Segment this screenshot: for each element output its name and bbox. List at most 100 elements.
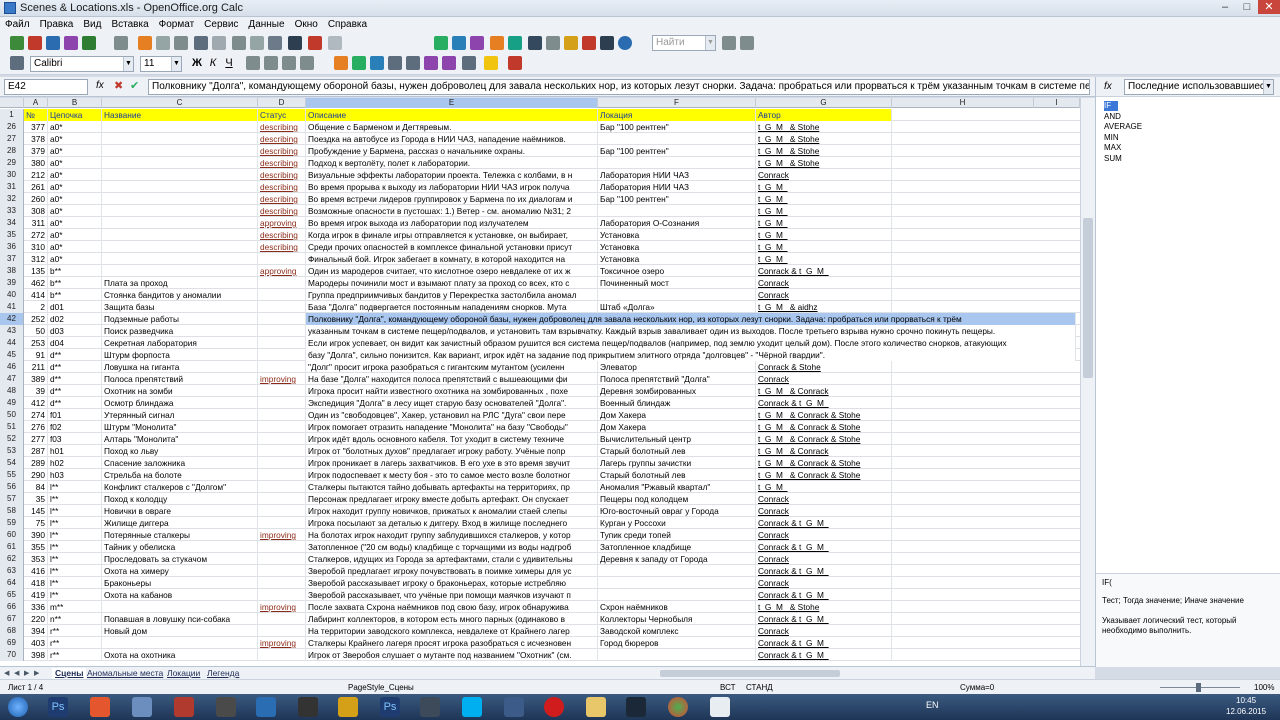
menu-insert[interactable]: Вставка (106, 17, 153, 33)
italic-icon[interactable]: К (206, 56, 220, 70)
cell-d[interactable] (258, 301, 306, 313)
cell-c[interactable]: Потерянные сталкеры (102, 529, 258, 541)
cell-e[interactable]: Игрок идёт вдоль основного кабеля. Тот у… (306, 433, 598, 445)
cell-g[interactable]: Conrack (756, 505, 892, 517)
cell-b[interactable]: m** (48, 601, 102, 613)
menu-edit[interactable]: Правка (35, 17, 79, 33)
cell-b[interactable]: a0* (48, 169, 102, 181)
cell-f[interactable]: Город бюреров (598, 637, 756, 649)
function-item[interactable]: MIN (1104, 133, 1119, 143)
datasource-icon[interactable] (582, 36, 596, 50)
cell-a[interactable]: 277 (24, 433, 48, 445)
row-header[interactable]: 32 (0, 193, 24, 205)
cell-e[interactable]: Игрок от Зверобоя слушает о мутанте под … (306, 649, 598, 661)
row-header[interactable]: 69 (0, 637, 24, 649)
cell-f[interactable]: Заводской комплекс (598, 625, 756, 637)
cell-c[interactable]: Охотник на зомби (102, 385, 258, 397)
firefox-icon[interactable] (90, 697, 110, 717)
cell-c[interactable]: Жилище диггера (102, 517, 258, 529)
cell-g[interactable]: t_G_M_ & Stohe (756, 121, 892, 133)
first-sheet-icon[interactable]: ◀ (4, 669, 9, 677)
row-header[interactable]: 55 (0, 469, 24, 481)
cell-a[interactable]: 353 (24, 553, 48, 565)
cell-a[interactable]: 220 (24, 613, 48, 625)
cell-e[interactable]: Возможные опасности в пустошах: 1.) Вете… (306, 205, 598, 217)
row-header[interactable]: 45 (0, 349, 24, 361)
cell-e[interactable]: Зверобой рассказывает игроку о браконьер… (306, 577, 598, 589)
cell-d[interactable] (258, 565, 306, 577)
column-header-g[interactable]: G (756, 98, 892, 108)
cell-a[interactable]: 274 (24, 409, 48, 421)
cell-a[interactable]: 419 (24, 589, 48, 601)
templates-icon[interactable] (28, 36, 42, 50)
cell-a[interactable]: 91 (24, 349, 48, 361)
cell-a[interactable]: 253 (24, 337, 48, 349)
row-header[interactable]: 1 (0, 109, 24, 121)
spreadsheet-grid[interactable]: ABCDEFGHI 1 № Цепочка Название Статус Описани… (0, 98, 1080, 666)
cell-f[interactable] (598, 133, 756, 145)
menu-data[interactable]: Данные (243, 17, 289, 33)
cell-b[interactable]: b** (48, 289, 102, 301)
media-player-icon[interactable] (504, 697, 524, 717)
cell-f[interactable]: Военный блиндаж (598, 397, 756, 409)
row-header[interactable]: 68 (0, 625, 24, 637)
cell-e[interactable]: Игрок подоспевает к месту боя - это то с… (306, 469, 598, 481)
font-color-icon[interactable] (508, 56, 522, 70)
row-header[interactable]: 60 (0, 529, 24, 541)
column-title[interactable]: Цепочка (48, 109, 102, 121)
menu-view[interactable]: Вид (78, 17, 106, 33)
cell-d[interactable] (258, 469, 306, 481)
menu-tools[interactable]: Сервис (199, 17, 243, 33)
cell-g[interactable]: t_G_M_ (756, 229, 892, 241)
column-title[interactable]: Автор (756, 109, 892, 121)
cell-g[interactable]: Conrack & t_G_M_ (756, 637, 892, 649)
cell-e[interactable]: Зверобой предлагает игроку почувствовать… (306, 565, 598, 577)
function-item[interactable]: AVERAGE (1104, 122, 1142, 132)
row-header[interactable]: 58 (0, 505, 24, 517)
row-header[interactable]: 59 (0, 517, 24, 529)
cell-b[interactable]: h03 (48, 469, 102, 481)
cell-g[interactable]: Conrack & t_G_M_ (756, 265, 892, 277)
cell-c[interactable]: Охота на химеру (102, 565, 258, 577)
cell-e[interactable]: Финальный бой. Игрок забегает в комнату,… (306, 253, 598, 265)
styles-icon[interactable] (10, 56, 24, 70)
cell-d[interactable] (258, 481, 306, 493)
cell-a[interactable]: 135 (24, 265, 48, 277)
cell-d[interactable] (258, 541, 306, 553)
cell-b[interactable]: a0* (48, 217, 102, 229)
row-header[interactable]: 43 (0, 325, 24, 337)
prev-sheet-icon[interactable]: ◀ (14, 669, 19, 677)
currency-icon[interactable] (352, 56, 366, 70)
cell-e[interactable]: Один из "свободовцев", Хакер, установил … (306, 409, 598, 421)
cell-a[interactable]: 379 (24, 145, 48, 157)
horizontal-scroll-thumb[interactable] (660, 670, 840, 677)
cell-f[interactable]: Лагерь группы зачистки (598, 457, 756, 469)
cell-e[interactable]: Персонаж предлагает игроку вместе добыть… (306, 493, 598, 505)
cell-b[interactable]: b** (48, 277, 102, 289)
cell-f[interactable]: Элеватор (598, 361, 756, 373)
app-icon-red[interactable] (174, 697, 194, 717)
cell-g[interactable]: t_G_M_ & Conrack & Stohe (756, 409, 892, 421)
cell-a[interactable]: 312 (24, 253, 48, 265)
cell-e[interactable]: Визуальные эффекты лаборатории проекта. … (306, 169, 598, 181)
cell-a[interactable]: 50 (24, 325, 48, 337)
cell-b[interactable]: l** (48, 517, 102, 529)
cell-e[interactable]: После захвата Схрона наёмников под свою … (306, 601, 598, 613)
cell-g[interactable]: t_G_M_ (756, 241, 892, 253)
cell-f[interactable]: Токсичное озеро (598, 265, 756, 277)
chevron-down-icon[interactable]: ▼ (171, 57, 181, 71)
column-header-e[interactable]: E (306, 98, 598, 108)
bold-icon[interactable]: Ж (190, 56, 204, 70)
cell-b[interactable]: d** (48, 361, 102, 373)
cell-c[interactable] (102, 169, 258, 181)
cell-f[interactable]: Тупик среди топей (598, 529, 756, 541)
cell-b[interactable]: d** (48, 349, 102, 361)
row-header[interactable]: 57 (0, 493, 24, 505)
column-title[interactable]: Описание (306, 109, 598, 121)
cell-f[interactable] (598, 289, 756, 301)
add-decimal-icon[interactable] (388, 56, 402, 70)
cell-f[interactable]: Пещеры под колодцем (598, 493, 756, 505)
uplay-icon[interactable] (256, 697, 276, 717)
cell-g[interactable]: Conrack & t_G_M_ (756, 397, 892, 409)
cell-e[interactable]: "Долг" просит игрока разобраться с гиган… (306, 361, 598, 373)
